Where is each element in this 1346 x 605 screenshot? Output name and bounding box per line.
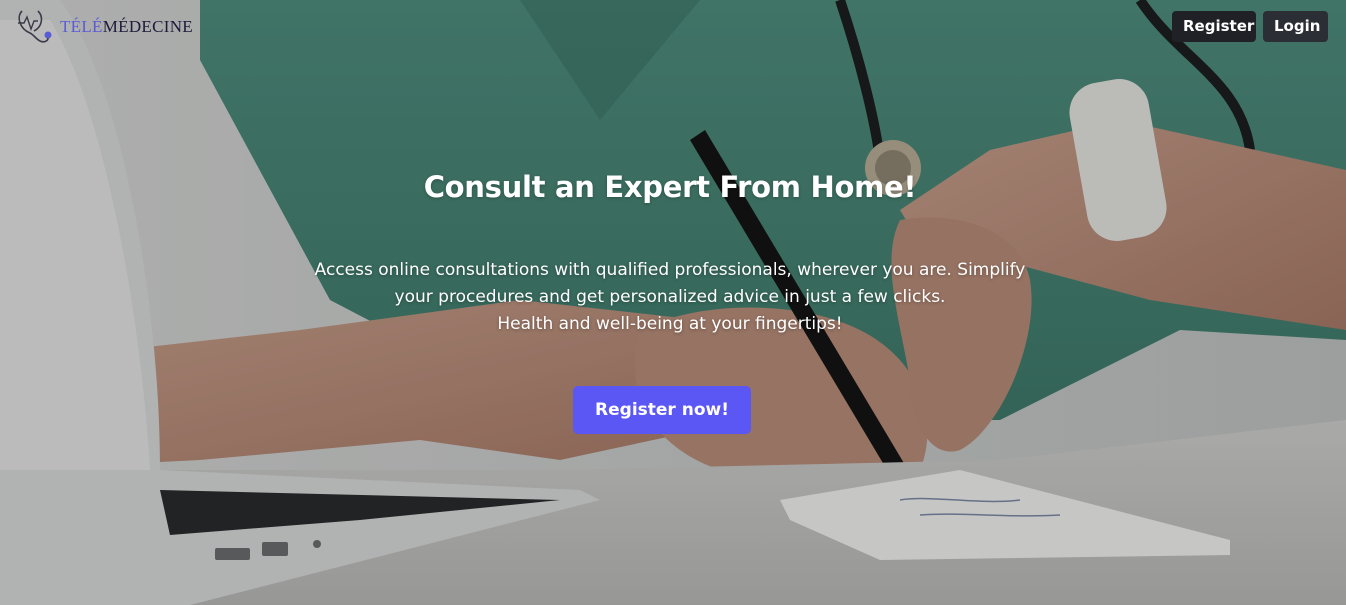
- brand-name-rest: MÉDECINE: [102, 17, 193, 36]
- hero-section: TÉLÉMÉDECINE Register Login Consult an E…: [0, 0, 1346, 605]
- hero-description-line: your procedures and get personalized adv…: [394, 287, 946, 307]
- stethoscope-icon: [18, 10, 52, 43]
- hero-description-line: Health and well-being at your fingertips…: [497, 314, 843, 334]
- login-button[interactable]: Login: [1263, 11, 1328, 42]
- brand-name: TÉLÉMÉDECINE: [60, 17, 193, 37]
- brand-name-accent: TÉLÉ: [60, 17, 103, 36]
- hero-description: Access online consultations with qualifi…: [270, 257, 1070, 338]
- register-button[interactable]: Register: [1172, 11, 1256, 42]
- hero-description-line: Access online consultations with qualifi…: [314, 260, 1026, 280]
- register-now-button[interactable]: Register now!: [573, 386, 751, 434]
- brand-logo[interactable]: TÉLÉMÉDECINE: [14, 8, 193, 46]
- hero-headline: Consult an Expert From Home!: [423, 170, 917, 204]
